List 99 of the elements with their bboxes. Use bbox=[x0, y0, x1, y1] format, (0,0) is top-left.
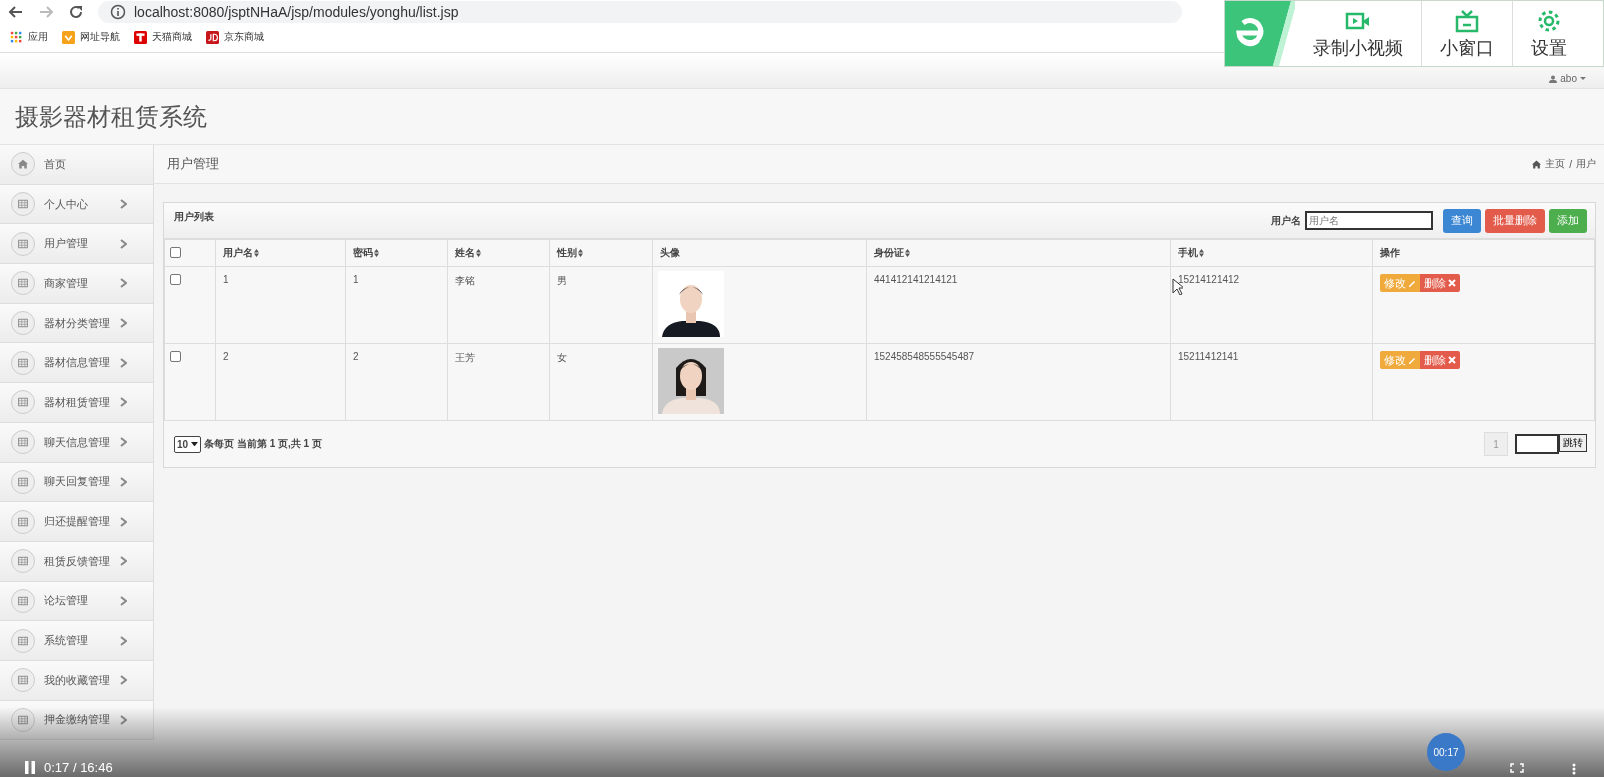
table-icon bbox=[18, 476, 28, 487]
site-title: 摄影器材租赁系统 bbox=[15, 101, 207, 132]
sidebar-item[interactable]: 用户管理 bbox=[0, 224, 153, 265]
close-icon bbox=[1448, 279, 1456, 287]
table-cell: 15211412141 bbox=[1170, 343, 1373, 421]
table-icon bbox=[18, 397, 28, 408]
column-header: 头像 bbox=[652, 239, 867, 267]
sidebar-item[interactable]: 器材信息管理 bbox=[0, 343, 153, 384]
table-cell: 1 bbox=[345, 266, 448, 344]
table-cell: 2 bbox=[215, 343, 346, 421]
table-cell: 男 bbox=[549, 266, 653, 344]
breadcrumb-link[interactable]: 主页 bbox=[1545, 157, 1566, 171]
pencil-icon bbox=[1408, 356, 1416, 364]
bookmark-icon bbox=[62, 30, 75, 44]
checkbox[interactable] bbox=[170, 351, 181, 362]
toolbar-button[interactable]: 设置 bbox=[1512, 1, 1585, 66]
caret-icon bbox=[1580, 77, 1586, 80]
bookmark[interactable]: 京东商城 bbox=[206, 30, 264, 44]
table-icon bbox=[18, 199, 28, 210]
sidebar-item[interactable]: 商家管理 bbox=[0, 264, 153, 304]
column-header[interactable]: 手机 bbox=[1170, 239, 1373, 267]
sidebar-item[interactable]: 聊天回复管理 bbox=[0, 462, 153, 503]
page-size-select[interactable]: 10 bbox=[174, 435, 202, 453]
delete-button[interactable]: 删除 bbox=[1420, 274, 1460, 292]
column-header: 操作 bbox=[1372, 239, 1595, 267]
back-icon[interactable] bbox=[8, 4, 24, 20]
toolbar-button[interactable]: 录制小视频 bbox=[1295, 1, 1421, 66]
checkbox[interactable] bbox=[170, 246, 181, 258]
table-icon bbox=[18, 278, 28, 289]
caret-icon bbox=[191, 441, 199, 447]
sidebar-item[interactable]: 个人中心 bbox=[0, 184, 153, 225]
column-header[interactable]: 密码 bbox=[345, 239, 448, 267]
breadcrumb-separator: / bbox=[1569, 158, 1572, 170]
sidebar-item[interactable]: 聊天信息管理 bbox=[0, 422, 153, 463]
page-summary: 条每页 当前第 1 页,共 1 页 bbox=[204, 437, 322, 451]
table-cell: 1 bbox=[215, 266, 346, 344]
pause-icon[interactable] bbox=[24, 761, 36, 774]
search-button[interactable]: 查询 bbox=[1443, 208, 1481, 233]
table-cell: 李铭 bbox=[447, 266, 550, 344]
bookmark-icon bbox=[134, 30, 147, 44]
search-label: 用户名 bbox=[1271, 213, 1301, 228]
fullscreen-icon[interactable] bbox=[1510, 763, 1524, 773]
time-badge: 00:17 bbox=[1427, 733, 1465, 771]
column-header[interactable]: 用户名 bbox=[215, 239, 346, 267]
batch-delete-button[interactable]: 批量删除 bbox=[1485, 208, 1545, 233]
home-icon bbox=[18, 159, 28, 170]
column-header[interactable]: 性别 bbox=[549, 239, 653, 267]
tv-icon bbox=[1454, 7, 1480, 34]
bookmark[interactable]: 天猫商城 bbox=[134, 30, 192, 44]
table-icon bbox=[18, 357, 28, 368]
sidebar-item[interactable]: 我的收藏管理 bbox=[0, 660, 153, 701]
search-field[interactable]: 用户名 bbox=[1305, 211, 1433, 230]
table-cell: 女 bbox=[549, 343, 653, 421]
table-icon bbox=[18, 516, 28, 527]
toolbar-button[interactable]: 小窗口 bbox=[1421, 1, 1512, 66]
page-title: 用户管理 bbox=[167, 155, 219, 173]
close-icon bbox=[1448, 356, 1456, 364]
sidebar-item[interactable]: 系统管理 bbox=[0, 621, 153, 661]
table-icon bbox=[18, 675, 28, 686]
sidebar-item[interactable]: 租赁反馈管理 bbox=[0, 541, 153, 582]
user-menu[interactable]: abo bbox=[1549, 73, 1586, 84]
table-icon bbox=[18, 714, 28, 725]
pencil-icon bbox=[1408, 279, 1416, 287]
url-text: localhost:8080/jsptNHaA/jsp/modules/yonghu/list.jsp bbox=[134, 4, 459, 20]
panel-title: 用户列表 bbox=[174, 210, 214, 224]
column-header[interactable]: 姓名 bbox=[447, 239, 550, 267]
table-cell: 152458548555545487 bbox=[866, 343, 1171, 421]
table-cell: 2 bbox=[345, 343, 448, 421]
table-icon bbox=[18, 556, 28, 567]
sidebar-item[interactable]: 首页 bbox=[0, 145, 153, 185]
apps-grid-icon bbox=[10, 30, 23, 44]
address-bar[interactable]: localhost:8080/jsptNHaA/jsp/modules/yonghu/list.jsp bbox=[98, 1, 1182, 23]
info-icon bbox=[110, 4, 126, 20]
sidebar-item[interactable]: 论坛管理 bbox=[0, 581, 153, 622]
table-icon bbox=[18, 238, 28, 249]
bookmark-icon bbox=[206, 30, 219, 44]
bookmark[interactable]: 应用 bbox=[10, 30, 48, 44]
table-cell: 王芳 bbox=[447, 343, 550, 421]
table-icon bbox=[18, 318, 28, 329]
sidebar-item[interactable]: 归还提醒管理 bbox=[0, 502, 153, 542]
table-icon bbox=[18, 635, 28, 646]
video-time: 0:17 / 16:46 bbox=[44, 760, 113, 775]
table-cell: 441412141214121 bbox=[866, 266, 1171, 344]
table-icon bbox=[18, 437, 28, 448]
sidebar-item[interactable]: 器材租赁管理 bbox=[0, 383, 153, 423]
column-header[interactable]: 身份证 bbox=[866, 239, 1171, 267]
checkbox[interactable] bbox=[170, 274, 181, 285]
sidebar-item[interactable]: 器材分类管理 bbox=[0, 303, 153, 344]
sidebar-item[interactable]: 押金缴纳管理 bbox=[0, 700, 153, 741]
delete-button[interactable]: 删除 bbox=[1420, 351, 1460, 369]
bookmark[interactable]: 网址导航 bbox=[62, 30, 120, 44]
reload-icon[interactable] bbox=[68, 4, 84, 20]
home-icon bbox=[1532, 159, 1542, 169]
more-icon[interactable] bbox=[1572, 763, 1576, 775]
jump-button[interactable]: 跳转 bbox=[1559, 434, 1587, 452]
page-input[interactable] bbox=[1515, 434, 1559, 454]
breadcrumb-link[interactable]: 用户 bbox=[1576, 157, 1596, 171]
user-icon bbox=[1549, 74, 1558, 83]
table-icon bbox=[18, 595, 28, 606]
